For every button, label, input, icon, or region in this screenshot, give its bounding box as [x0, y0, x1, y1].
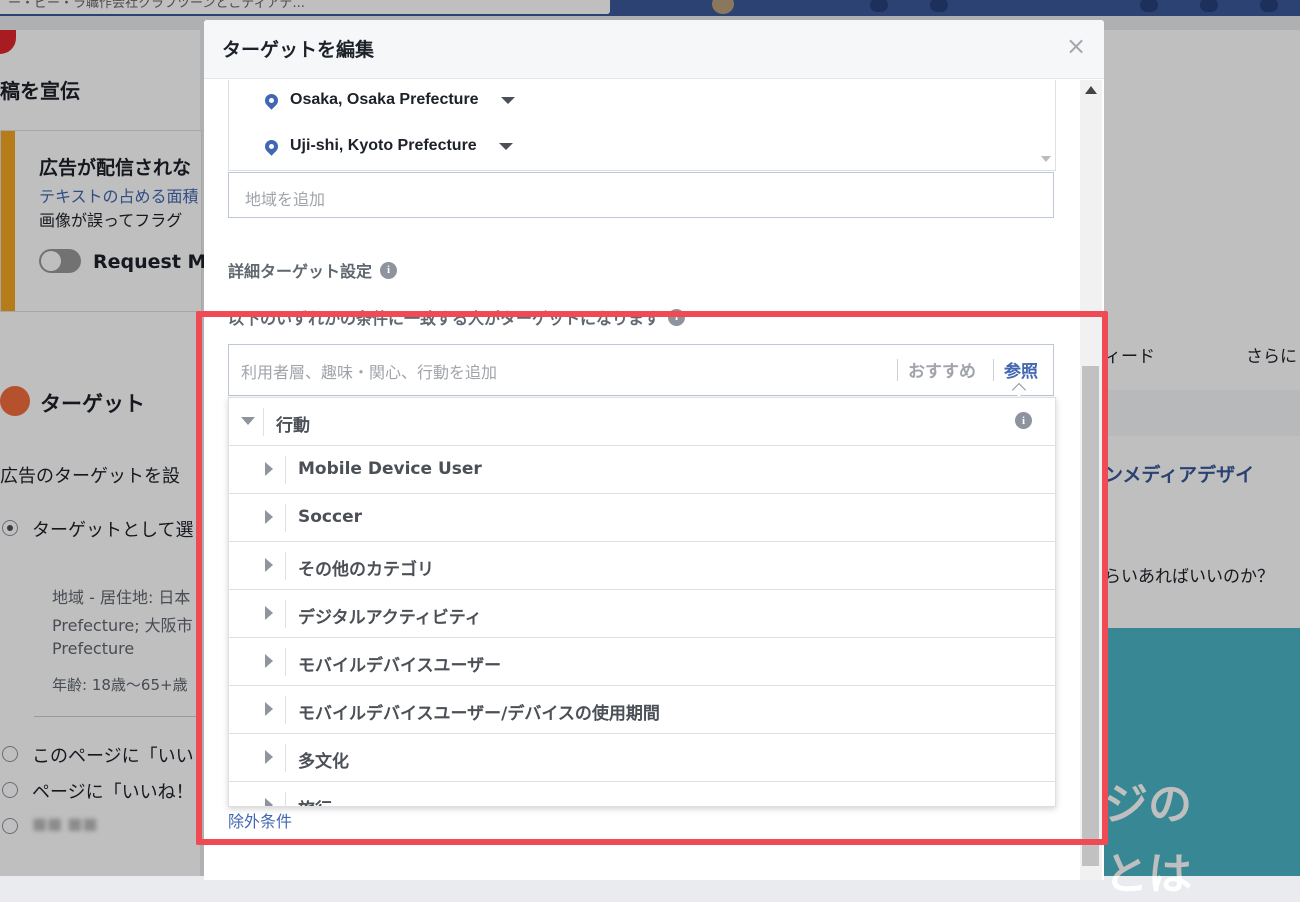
chevron-down-icon[interactable] [500, 96, 515, 104]
add-location-placeholder: 地域を追加 [245, 190, 326, 209]
location-list: Osaka, Osaka Prefecture Uji-shi, Kyoto P… [228, 80, 1056, 171]
detailed-targeting-text: 詳細ターゲット設定 [228, 262, 373, 281]
location-pin-icon [262, 136, 281, 156]
close-icon[interactable]: × [1066, 32, 1086, 60]
scroll-up-arrow-icon[interactable] [1085, 86, 1097, 94]
detailed-targeting-label: 詳細ターゲット設定 i [228, 258, 398, 282]
modal-header: ターゲットを編集 × [204, 20, 1104, 79]
location-item: Uji-shi, Kyoto Prefecture [262, 134, 513, 158]
location-item: Osaka, Osaka Prefecture [262, 88, 515, 112]
chevron-down-icon[interactable] [498, 142, 513, 150]
highlight-annotation-box [196, 311, 1108, 845]
location-name: Uji-shi, Kyoto Prefecture [290, 137, 477, 154]
location-list-scroll-down-icon[interactable] [1041, 156, 1051, 162]
info-icon[interactable]: i [380, 261, 398, 279]
modal-title: ターゲットを編集 [222, 39, 375, 61]
location-name: Osaka, Osaka Prefecture [290, 91, 479, 108]
location-pin-icon [262, 90, 281, 110]
add-location-input[interactable]: 地域を追加 [228, 172, 1054, 218]
